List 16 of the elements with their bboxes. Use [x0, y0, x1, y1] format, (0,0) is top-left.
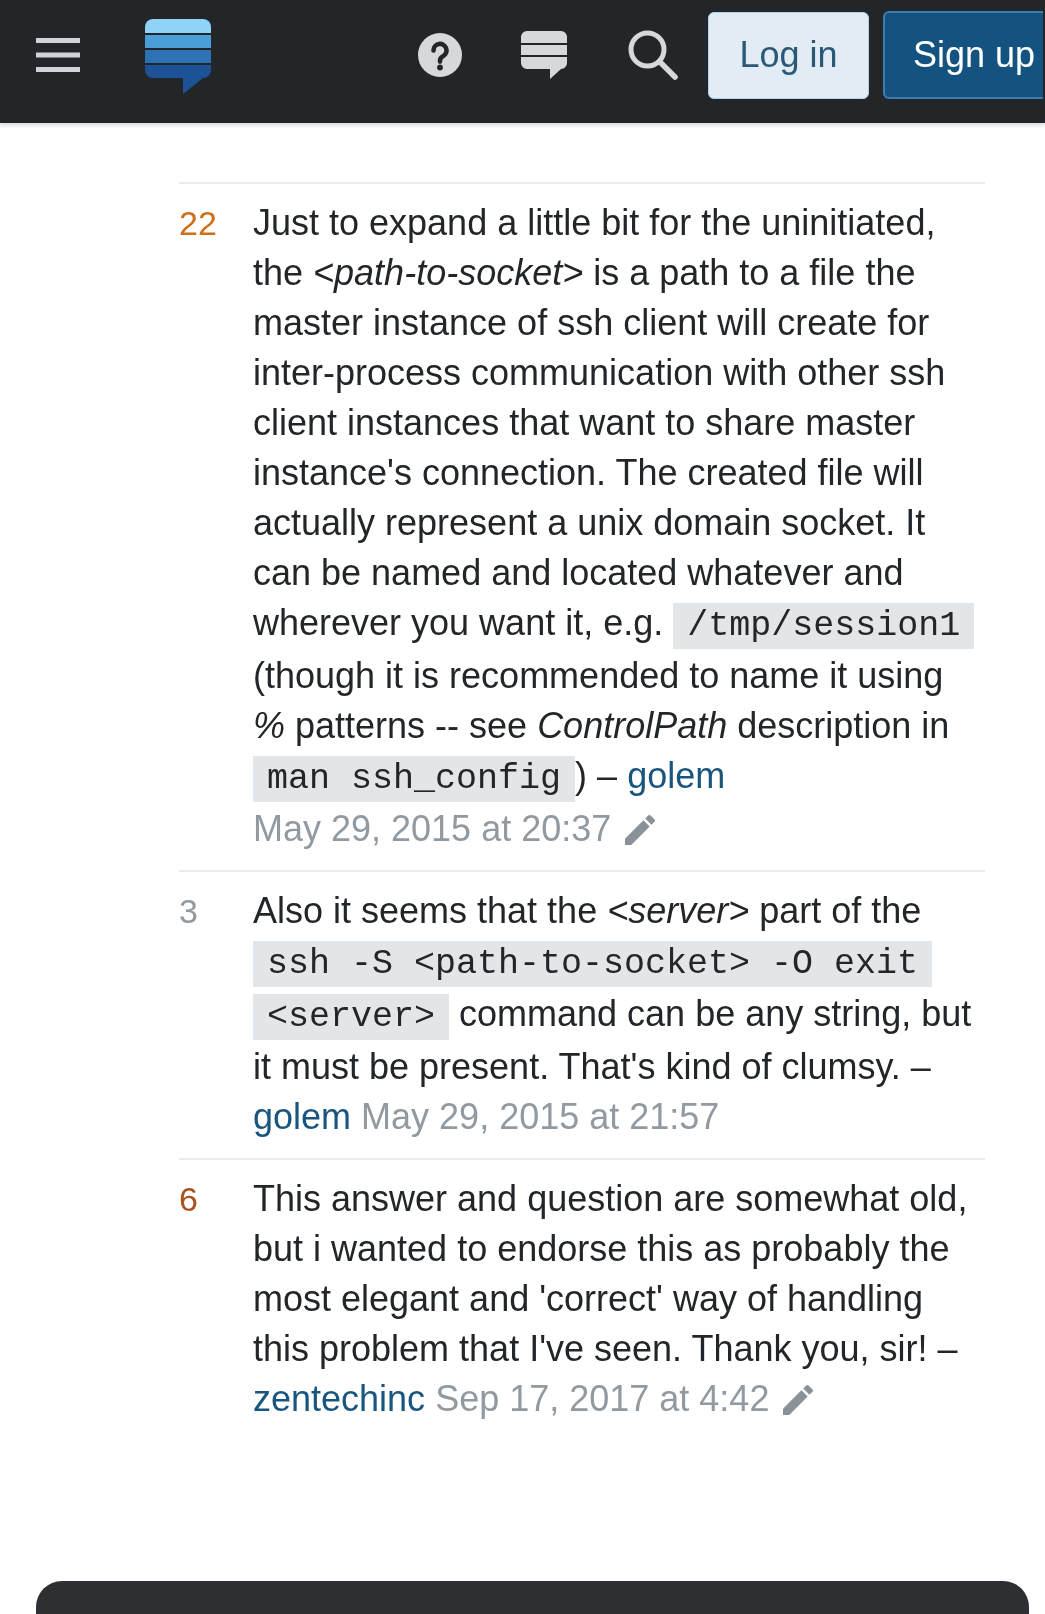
comment-text: This answer and question are somewhat old, but i wanted to endorse this as probably the most elegant and 'correct' way of handling this problem that I've seen. Thank you, sir! – zentechinc Sep 17, 2017 at 4:42: [253, 1177, 969, 1421]
comment-text: Just to expand a little bit for the uninitiated, the <path-to-socket> is a path to a file the master instance of ssh client will create for inter-process communication with other ssh client instances that want to share master instance's connection. The created file will actually represent a unix domain socket. It can be named and located whatever and wherever you want it, e.g. /tmp/session1 (though it is recommended to name it using % patterns -- see ControlPath description in man ssh_config ) – golem May 29, 2015 at 20:37: [253, 198, 985, 854]
username-link[interactable]: golem: [253, 1096, 352, 1137]
help-icon[interactable]: [418, 33, 462, 77]
menu-icon[interactable]: [36, 38, 80, 72]
speech-bubble-logo-icon[interactable]: [145, 18, 211, 94]
comment-score: 6: [179, 1179, 199, 1220]
comment-text: Also it seems that the <server> part of the ssh -S <path-to-socket> -O exit <server> command can be any string, but it must be present. That's kind of clumsy. – golem May 29, 2015 at 21:57: [253, 889, 973, 1139]
search-icon[interactable]: [628, 30, 678, 80]
username-link[interactable]: zentechinc: [253, 1378, 426, 1419]
sign-up-button[interactable]: Sign up: [883, 11, 1043, 99]
comment-score: 3: [179, 891, 199, 932]
speech-bubble-icon[interactable]: [521, 31, 567, 79]
username-link[interactable]: golem: [627, 755, 726, 796]
log-in-button[interactable]: Log in: [708, 11, 869, 99]
comment-score: 22: [179, 203, 218, 244]
